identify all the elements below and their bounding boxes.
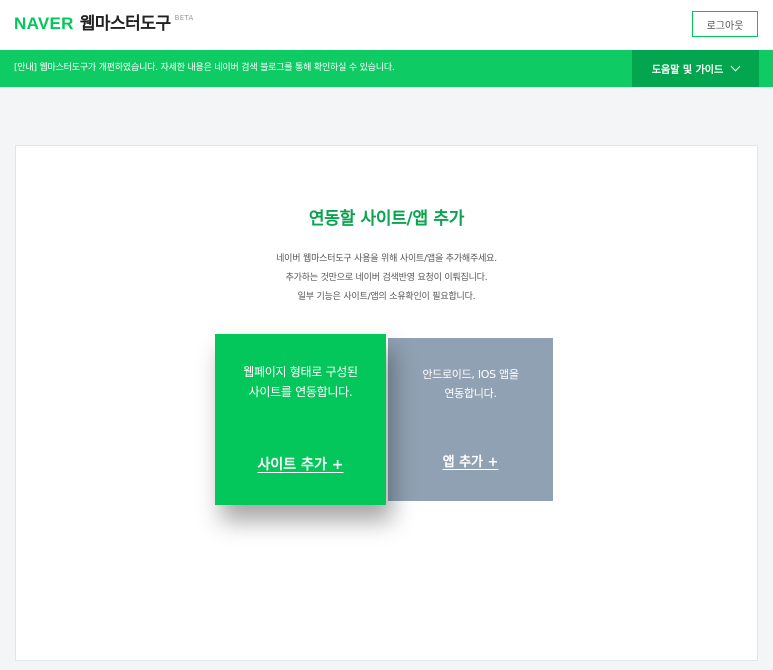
site-desc-line: 사이트를 연동합니다. xyxy=(248,385,353,399)
top-header: NAVER 웹마스터도구 BETA 로그아웃 xyxy=(0,0,773,50)
app-desc-line: 안드로이드, IOS 앱을 xyxy=(422,368,519,381)
app-desc-line: 연동합니다. xyxy=(444,387,497,400)
logo-title: 웹마스터도구 xyxy=(79,14,171,34)
logo-brand: NAVER xyxy=(14,14,74,33)
site-desc-line: 웹페이지 형태로 구성된 xyxy=(243,365,358,379)
description-line: 일부 기능은 사이트/앱의 소유확인이 필요합니다. xyxy=(297,292,476,302)
description-line: 네이버 웹마스터도구 사용을 위해 사이트/앱을 추가해주세요. xyxy=(276,254,497,264)
add-site-card: 연동할 사이트/앱 추가 네이버 웹마스터도구 사용을 위해 사이트/앱을 추가… xyxy=(15,145,758,661)
help-guide-label: 도움말 및 가이드 xyxy=(651,65,724,76)
notice-text[interactable]: [안내] 웹마스터도구가 개편하였습니다. 자세한 내용은 네이버 검색 블로그… xyxy=(14,50,395,87)
add-app-option[interactable]: 안드로이드, IOS 앱을 연동합니다. 앱 추가 + xyxy=(388,338,553,501)
page-title: 연동할 사이트/앱 추가 xyxy=(308,209,465,229)
description-line: 추가하는 것만으로 네이버 검색반영 요청이 이뤄집니다. xyxy=(285,273,488,283)
notice-bar: [안내] 웹마스터도구가 개편하였습니다. 자세한 내용은 네이버 검색 블로그… xyxy=(0,50,773,87)
add-app-link[interactable]: 앱 추가 + xyxy=(388,451,553,470)
description: 네이버 웹마스터도구 사용을 위해 사이트/앱을 추가해주세요. 추가하는 것만… xyxy=(16,250,757,307)
naver-webmaster-logo[interactable]: NAVER 웹마스터도구 BETA xyxy=(14,12,194,36)
app-option-description: 안드로이드, IOS 앱을 연동합니다. xyxy=(388,365,553,403)
add-site-option[interactable]: 웹페이지 형태로 구성된 사이트를 연동합니다. 사이트 추가 + xyxy=(215,334,386,505)
help-guide-button[interactable]: 도움말 및 가이드 xyxy=(632,50,759,87)
add-site-link[interactable]: 사이트 추가 + xyxy=(215,454,386,474)
chevron-down-icon xyxy=(730,61,741,72)
site-option-description: 웹페이지 형태로 구성된 사이트를 연동합니다. xyxy=(215,362,386,402)
logout-button[interactable]: 로그아웃 xyxy=(692,11,758,37)
beta-badge: BETA xyxy=(174,14,194,22)
